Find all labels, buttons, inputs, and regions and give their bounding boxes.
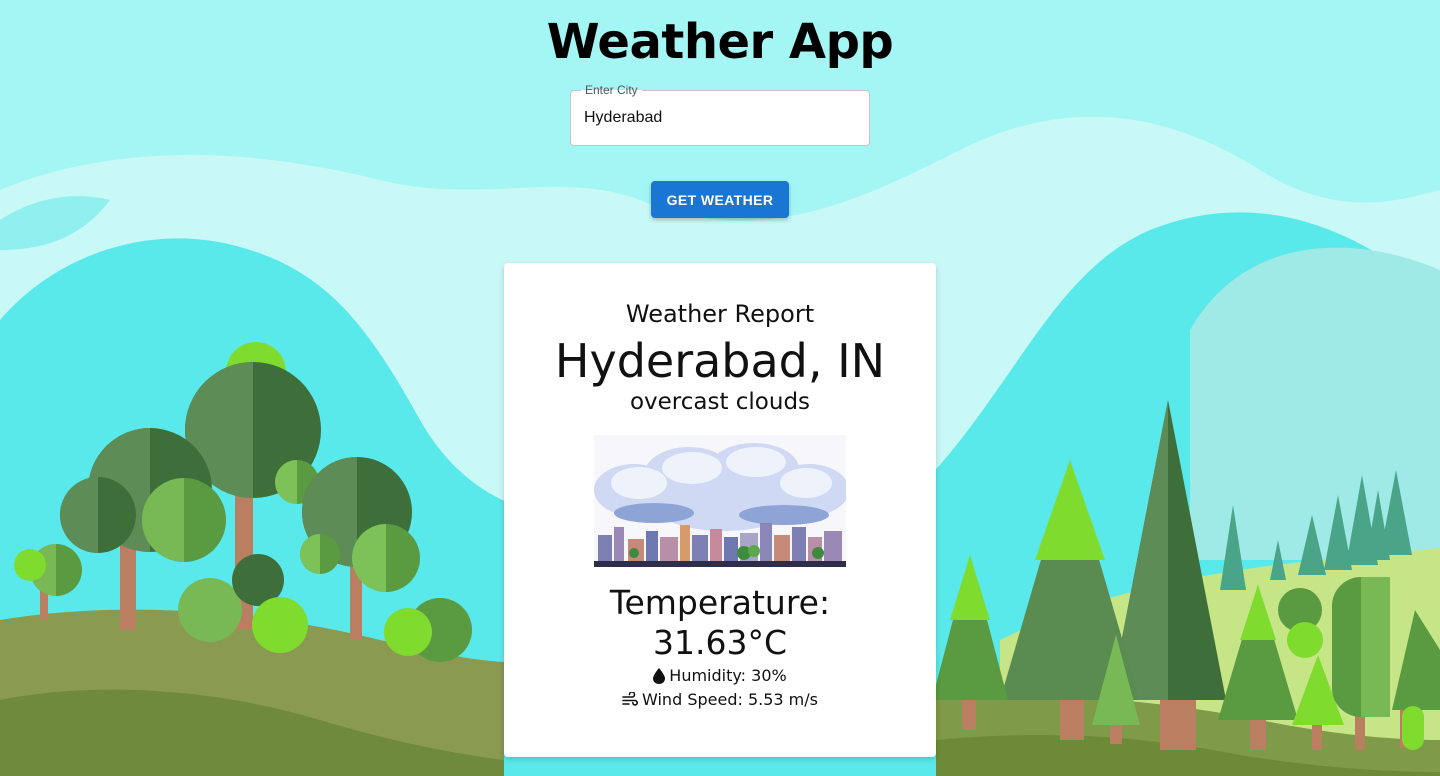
weather-description: overcast clouds: [629, 389, 811, 415]
city-field[interactable]: Enter City: [570, 82, 870, 146]
humidity-row: Humidity: 30%: [504, 665, 936, 687]
wind-text: Wind Speed: 5.53 m/s: [642, 690, 818, 709]
temperature-value: 31.63°C: [652, 623, 787, 662]
weather-app: Weather App Enter City GET WEATHER Weath…: [0, 0, 1440, 776]
report-location: Hyderabad, IN: [554, 334, 886, 388]
temperature-label: Temperature:: [609, 583, 831, 622]
weather-image: [594, 435, 846, 567]
wind-row: Wind Speed: 5.53 m/s: [504, 689, 936, 711]
report-heading: Weather Report: [625, 300, 815, 328]
droplet-icon: [653, 668, 666, 684]
city-input[interactable]: [584, 91, 854, 145]
wind-icon: [622, 692, 638, 706]
humidity-text: Humidity: 30%: [669, 666, 787, 685]
get-weather-button[interactable]: GET WEATHER: [651, 181, 789, 218]
app-title: Weather App: [546, 14, 894, 70]
weather-report-card: Weather Report Hyderabad, IN overcast cl…: [504, 263, 936, 757]
